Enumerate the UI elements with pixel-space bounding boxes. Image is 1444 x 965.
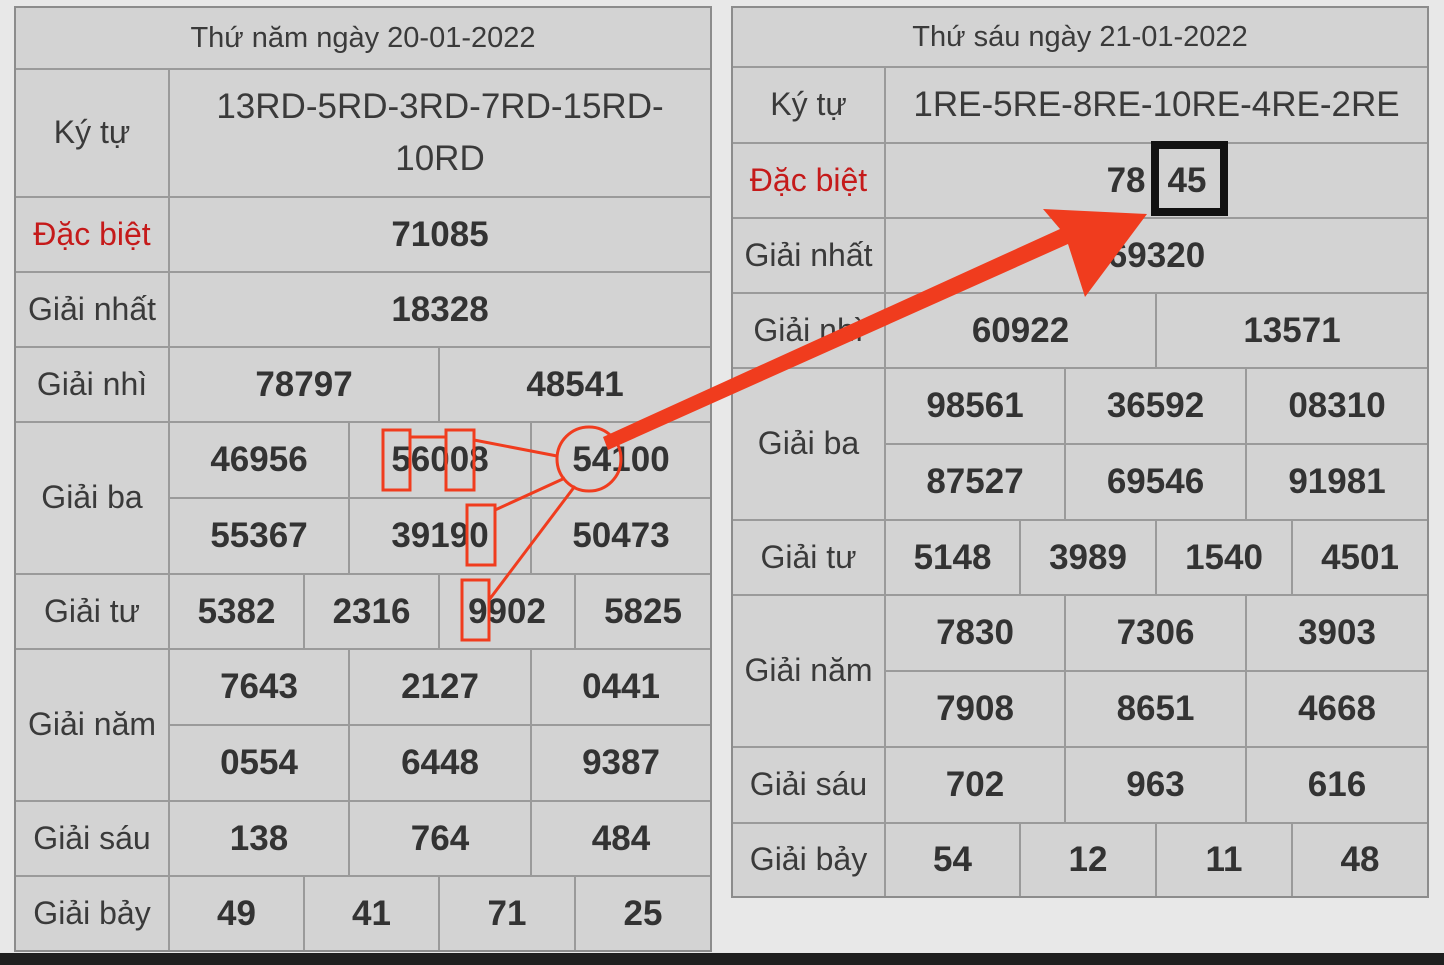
label-giai-sau: Giải sáu: [33, 819, 151, 856]
special-prize-number: 78 45: [886, 144, 1427, 217]
sixth-prize-number: 138: [229, 818, 289, 858]
fourth-prize-number: 5825: [604, 591, 682, 631]
label-giai-nam: Giải năm: [27, 706, 157, 743]
special-prize-prefix: 78: [1106, 160, 1146, 200]
seventh-prize-number: 48: [1340, 840, 1380, 879]
third-prize-number: 69546: [1106, 462, 1205, 501]
fifth-prize-number: 7306: [1116, 613, 1195, 652]
second-prize-number: 78797: [255, 364, 353, 404]
sixth-prize-number: 963: [1126, 765, 1185, 804]
fifth-prize-number: 2127: [401, 667, 479, 706]
results-table-right: Thứ sáu ngày 21-01-2022 Ký tự 1RE-5RE-8R…: [731, 6, 1429, 898]
third-prize-number: 87527: [926, 462, 1024, 501]
fifth-prize-number: 7643: [220, 667, 298, 706]
bottom-bar: [0, 953, 1444, 965]
fifth-prize-number: 0441: [582, 667, 660, 706]
seventh-prize-number: 54: [933, 840, 972, 879]
first-prize-number: 18328: [391, 289, 489, 329]
label-giai-ba: Giải ba: [757, 425, 860, 462]
seventh-prize-number: 12: [1068, 840, 1108, 879]
third-prize-number: 50473: [572, 516, 670, 555]
sixth-prize-number: 702: [945, 765, 1005, 804]
label-giai-nam: Giải năm: [744, 652, 873, 689]
fourth-prize-number: 1540: [1185, 537, 1263, 577]
fifth-prize-number: 7908: [936, 689, 1014, 728]
ky-tu-value: 13RD-5RD-3RD-7RD-15RD-10RD: [216, 86, 664, 179]
fifth-prize-number: 0554: [220, 743, 298, 782]
third-prize-number: 55367: [210, 516, 308, 555]
label-giai-bay: Giải bảy: [749, 841, 868, 878]
seventh-prize-number: 71: [487, 893, 527, 933]
fifth-prize-number: 8651: [1116, 689, 1195, 728]
third-prize-number: 36592: [1106, 386, 1205, 425]
label-giai-sau: Giải sáu: [749, 766, 868, 803]
table-header-date: Thứ năm ngày 20-01-2022: [190, 21, 536, 54]
second-prize-number: 48541: [526, 364, 624, 404]
third-prize-number: 98561: [926, 386, 1024, 425]
label-giai-ba: Giải ba: [41, 479, 143, 516]
label-giai-nhi: Giải nhì: [753, 311, 864, 348]
sixth-prize-number: 616: [1307, 765, 1367, 804]
seventh-prize-number: 41: [352, 893, 391, 933]
seventh-prize-number: 49: [217, 893, 256, 933]
label-giai-nhat: Giải nhất: [744, 236, 873, 273]
fifth-prize-number: 3903: [1298, 613, 1376, 652]
fourth-prize-number: 4501: [1321, 537, 1399, 577]
fifth-prize-number: 7830: [936, 613, 1014, 652]
second-prize-number: 13571: [1243, 310, 1341, 350]
fourth-prize-number: 5148: [913, 537, 992, 577]
label-giai-nhat: Giải nhất: [27, 290, 157, 327]
sixth-prize-number: 484: [591, 818, 651, 858]
label-dac-biet: Đặc biệt: [33, 215, 151, 252]
label-giai-tu: Giải tư: [760, 538, 857, 575]
fourth-prize-number: 2316: [332, 591, 411, 631]
fourth-prize-number: 9902: [468, 591, 546, 631]
label-giai-bay: Giải bảy: [33, 894, 151, 931]
fourth-prize-number: 3989: [1049, 537, 1127, 577]
label-ky-tu: Ký tự: [770, 86, 847, 123]
special-prize-highlight: 45: [1167, 160, 1207, 200]
table-header-date: Thứ sáu ngày 21-01-2022: [912, 20, 1248, 53]
label-dac-biet: Đặc biệt: [749, 161, 868, 198]
label-giai-tu: Giải tư: [43, 592, 141, 629]
third-prize-number: 08310: [1288, 386, 1386, 425]
fifth-prize-number: 9387: [582, 743, 660, 782]
label-giai-nhi: Giải nhì: [36, 365, 148, 402]
results-table-left: Thứ năm ngày 20-01-2022 Ký tự 13RD-5RD-3…: [14, 6, 712, 952]
seventh-prize-number: 25: [623, 893, 663, 933]
third-prize-number: 56008: [391, 440, 489, 479]
third-prize-number: 54100: [572, 440, 670, 479]
fifth-prize-number: 6448: [401, 743, 479, 782]
second-prize-number: 60922: [971, 310, 1070, 350]
fifth-prize-number: 4668: [1298, 689, 1376, 728]
third-prize-number: 46956: [210, 440, 308, 479]
fourth-prize-number: 5382: [197, 591, 276, 631]
special-prize-number: 71085: [391, 214, 489, 254]
seventh-prize-number: 11: [1205, 840, 1243, 879]
sixth-prize-number: 764: [410, 818, 470, 858]
ky-tu-value: 1RE-5RE-8RE-10RE-4RE-2RE: [913, 84, 1400, 124]
first-prize-number: 69320: [1107, 235, 1206, 275]
label-ky-tu: Ký tự: [53, 114, 131, 151]
third-prize-number: 91981: [1288, 462, 1386, 501]
third-prize-number: 39190: [391, 516, 489, 555]
